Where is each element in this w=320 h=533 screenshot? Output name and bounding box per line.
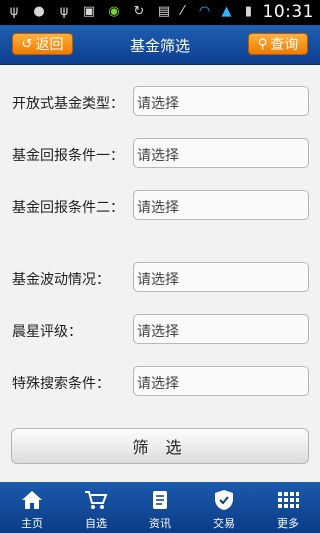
bottom-tab-bar: 主页 自选 资讯 交易 更多 — [0, 482, 320, 533]
field-label: 基金回报条件一： — [12, 148, 124, 164]
wechat-icon: ◉ — [108, 4, 120, 19]
morningstar-rating-select[interactable]: 请选择 — [133, 314, 309, 344]
tab-news[interactable]: 资讯 — [128, 482, 192, 533]
header-bar: ↺ 返回 基金筛选 ⚲ 查询 — [0, 25, 320, 65]
return-condition-2-row: 基金回报条件二： 请选择 — [0, 190, 320, 222]
volatility-select[interactable]: 请选择 — [133, 262, 309, 292]
tab-watchlist[interactable]: 自选 — [64, 482, 128, 533]
usb-icon: ψ — [9, 4, 19, 19]
fund-type-select[interactable]: 请选择 — [133, 86, 309, 116]
home-icon — [0, 488, 64, 512]
tab-label: 资讯 — [149, 517, 171, 530]
tab-label: 交易 — [213, 517, 235, 530]
search-button-label: 查询 — [270, 37, 299, 53]
return-condition-1-select[interactable]: 请选择 — [133, 138, 309, 168]
fund-type-row: 开放式基金类型： 请选择 — [0, 86, 320, 118]
shield-icon — [192, 488, 256, 512]
system-icons: ⁄ ◠ ▲ ▮ 10:31 — [175, 2, 315, 22]
tab-more[interactable]: 更多 — [256, 482, 320, 533]
notification-icons: ψ ● ψ ▣ ◉ ↻ ▤ — [6, 4, 172, 20]
tab-label: 主页 — [21, 517, 43, 530]
battery-icon: ▮ — [244, 4, 253, 19]
wifi-icon: ◠ — [198, 4, 211, 19]
morningstar-rating-row: 晨星评级： 请选择 — [0, 314, 320, 346]
sync-icon: ↻ — [133, 4, 145, 19]
tab-label: 更多 — [277, 517, 299, 530]
message-icon: ▤ — [157, 4, 171, 19]
tab-label: 自选 — [85, 517, 107, 530]
signal-muted-icon: ⁄ — [181, 4, 184, 19]
field-label: 基金回报条件二： — [12, 200, 124, 216]
search-icon: ⚲ — [257, 36, 268, 52]
status-bar: ψ ● ψ ▣ ◉ ↻ ▤ ⁄ ◠ ▲ ▮ 10:31 — [0, 0, 320, 25]
usb-icon: ψ — [59, 4, 69, 19]
signal-icon: ▲ — [221, 4, 232, 19]
filter-button[interactable]: 筛 选 — [11, 428, 309, 464]
volatility-row: 基金波动情况： 请选择 — [0, 262, 320, 294]
field-label: 晨星评级： — [12, 324, 82, 340]
special-search-select[interactable]: 请选择 — [133, 366, 309, 396]
search-button[interactable]: ⚲ 查询 — [248, 33, 308, 55]
tab-trade[interactable]: 交易 — [192, 482, 256, 533]
clock: 10:31 — [262, 2, 314, 22]
cart-icon — [64, 488, 128, 512]
field-label: 基金波动情况： — [12, 272, 110, 288]
field-label: 开放式基金类型： — [12, 96, 124, 112]
return-condition-1-row: 基金回报条件一： 请选择 — [0, 138, 320, 170]
scroll-icon — [128, 488, 192, 512]
special-search-row: 特殊搜索条件： 请选择 — [0, 366, 320, 398]
grid-icon — [256, 488, 320, 512]
tab-home[interactable]: 主页 — [0, 482, 64, 533]
field-label: 特殊搜索条件： — [12, 376, 110, 392]
android-icon: ● — [33, 4, 45, 19]
return-condition-2-select[interactable]: 请选择 — [133, 190, 309, 220]
image-icon: ▣ — [82, 4, 96, 19]
